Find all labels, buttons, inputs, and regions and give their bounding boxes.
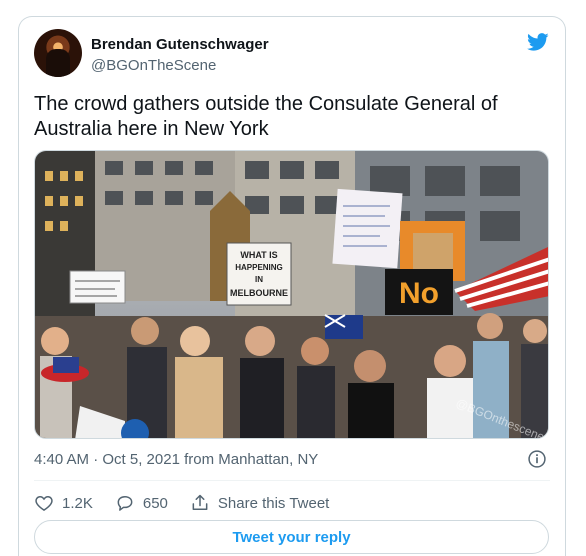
tweet-your-reply-button[interactable]: Tweet your reply [34, 520, 549, 554]
svg-text:No: No [399, 277, 439, 310]
video-frame: WHAT IS HAPPENING IN MELBOURNE No @BGOnt… [35, 151, 548, 438]
twitter-bird-icon[interactable] [525, 31, 551, 53]
share-icon [192, 494, 208, 510]
tweet-text: The crowd gathers outside the Consulate … [34, 93, 498, 140]
tweet-card[interactable]: Brendan Gutenschwager @BGOnTheScene The … [18, 16, 566, 556]
info-icon[interactable] [527, 449, 547, 469]
tweet-actions: 1.2K 650 Share this Tweet [34, 491, 351, 515]
like-count: 1.2K [62, 494, 93, 512]
like-button[interactable]: 1.2K [34, 493, 93, 513]
svg-text:WHAT IS: WHAT IS [240, 250, 277, 260]
svg-text:IN: IN [255, 275, 263, 284]
tweet-timestamp[interactable]: 4:40 AM · Oct 5, 2021 from Manhattan, NY [34, 451, 318, 468]
svg-text:MELBOURNE: MELBOURNE [230, 288, 288, 298]
svg-text:HAPPENING: HAPPENING [235, 263, 283, 272]
author-handle[interactable]: @BGOnTheScene [91, 57, 216, 74]
reply-count: 650 [142, 494, 168, 512]
tweet-video[interactable]: WHAT IS HAPPENING IN MELBOURNE No @BGOnt… [34, 150, 549, 439]
reply-button[interactable]: 650 [115, 493, 168, 513]
share-label: Share this Tweet [217, 494, 330, 512]
heart-icon [35, 495, 53, 511]
avatar[interactable] [34, 29, 82, 77]
share-button[interactable]: Share this Tweet [190, 493, 329, 513]
author-name[interactable]: Brendan Gutenschwager [91, 36, 269, 53]
divider [34, 480, 550, 481]
reply-bubble-icon [117, 496, 133, 511]
